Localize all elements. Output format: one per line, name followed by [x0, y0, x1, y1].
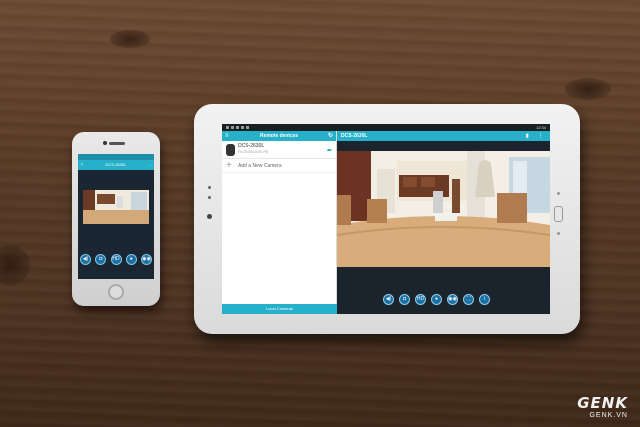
live-view-pane: DCS-2630L ▮ ⋮ ◀) ◘ HD ● ◉◉ ⛶ i: [337, 131, 550, 314]
record-icon[interactable]: ◉◉: [447, 294, 458, 305]
status-time: 12:34: [535, 125, 546, 130]
wood-knot: [0, 245, 30, 285]
add-camera-row[interactable]: + Add a New Camera: [222, 159, 336, 173]
wood-knot: [565, 78, 611, 100]
speaker-icon[interactable]: ◀): [80, 254, 91, 265]
microphone-icon[interactable]: ●: [431, 294, 442, 305]
device-row[interactable]: DCS-2630L F0:7D:68:03:9C:F8 ☁: [222, 141, 336, 159]
recent-apps-key[interactable]: [557, 192, 560, 195]
info-icon[interactable]: i: [479, 294, 490, 305]
tablet-front-camera: [207, 214, 212, 219]
camera-thumbnail-icon: [226, 144, 235, 156]
device-mac: F0:7D:68:03:9C:F8: [238, 150, 268, 154]
back-icon[interactable]: ‹: [81, 160, 83, 170]
phone-menu-label[interactable]: ...: [148, 160, 151, 170]
device-list-header: ≡ Remote devices ↻: [222, 131, 336, 141]
tablet-sensor: [208, 186, 211, 189]
tablet-sensor: [208, 196, 211, 199]
earpiece-speaker: [109, 142, 125, 145]
phone-screen: ‹ DCS-2630L ... ◀) ◘ HD ● ◉◉: [78, 154, 154, 279]
notification-icons: [226, 126, 249, 129]
front-camera: [103, 141, 107, 145]
phone-app-title: DCS-2630L: [105, 162, 127, 167]
genk-logo: GENK: [577, 394, 628, 412]
live-view-controls: ◀) ◘ HD ● ◉◉ ⛶ i: [383, 294, 490, 305]
back-key[interactable]: [557, 232, 560, 235]
snapshot-icon[interactable]: ◘: [399, 294, 410, 305]
refresh-icon[interactable]: ↻: [328, 131, 333, 141]
smartphone: ‹ DCS-2630L ... ◀) ◘ HD ● ◉◉: [72, 132, 160, 306]
plus-icon: +: [226, 160, 232, 171]
hd-icon[interactable]: HD: [415, 294, 426, 305]
snapshot-icon[interactable]: ◘: [95, 254, 107, 265]
fullscreen-icon[interactable]: ⛶: [463, 294, 474, 305]
add-camera-label: Add a New Camera: [238, 163, 282, 169]
device-name: DCS-2630L: [238, 143, 265, 149]
microphone-icon[interactable]: ●: [125, 254, 137, 265]
watermark: GENK GENK.VN: [577, 394, 628, 419]
camera-feed[interactable]: [337, 151, 550, 267]
header-action-icons[interactable]: ▮ ⋮: [526, 131, 547, 141]
wood-knot: [110, 30, 150, 48]
tablet-home-button[interactable]: [554, 206, 563, 222]
phone-camera-feed[interactable]: [83, 190, 149, 224]
phone-app-bar: ‹ DCS-2630L ...: [78, 160, 154, 170]
tablet-status-bar: 12:34: [222, 124, 550, 131]
cloud-icon: ☁: [326, 147, 332, 153]
live-view-title: DCS-2630L: [341, 133, 368, 139]
home-button[interactable]: [108, 284, 124, 300]
menu-icon[interactable]: ≡: [225, 131, 229, 141]
tablet-screen: 12:34 ≡ Remote devices ↻ DCS-2630L F0:7D…: [222, 124, 550, 314]
phone-controls: ◀) ◘ HD ● ◉◉: [80, 254, 152, 265]
record-icon[interactable]: ◉◉: [141, 254, 152, 265]
local-cameras-tab[interactable]: Local Cameras: [222, 304, 337, 314]
device-list-title: Remote devices: [259, 133, 299, 139]
live-view-header: DCS-2630L ▮ ⋮: [337, 131, 550, 141]
speaker-icon[interactable]: ◀): [383, 294, 394, 305]
hd-icon[interactable]: HD: [110, 254, 122, 265]
device-list-pane: ≡ Remote devices ↻ DCS-2630L F0:7D:68:03…: [222, 131, 337, 314]
tablet: 12:34 ≡ Remote devices ↻ DCS-2630L F0:7D…: [194, 104, 580, 334]
site-url: GENK.VN: [589, 412, 628, 419]
